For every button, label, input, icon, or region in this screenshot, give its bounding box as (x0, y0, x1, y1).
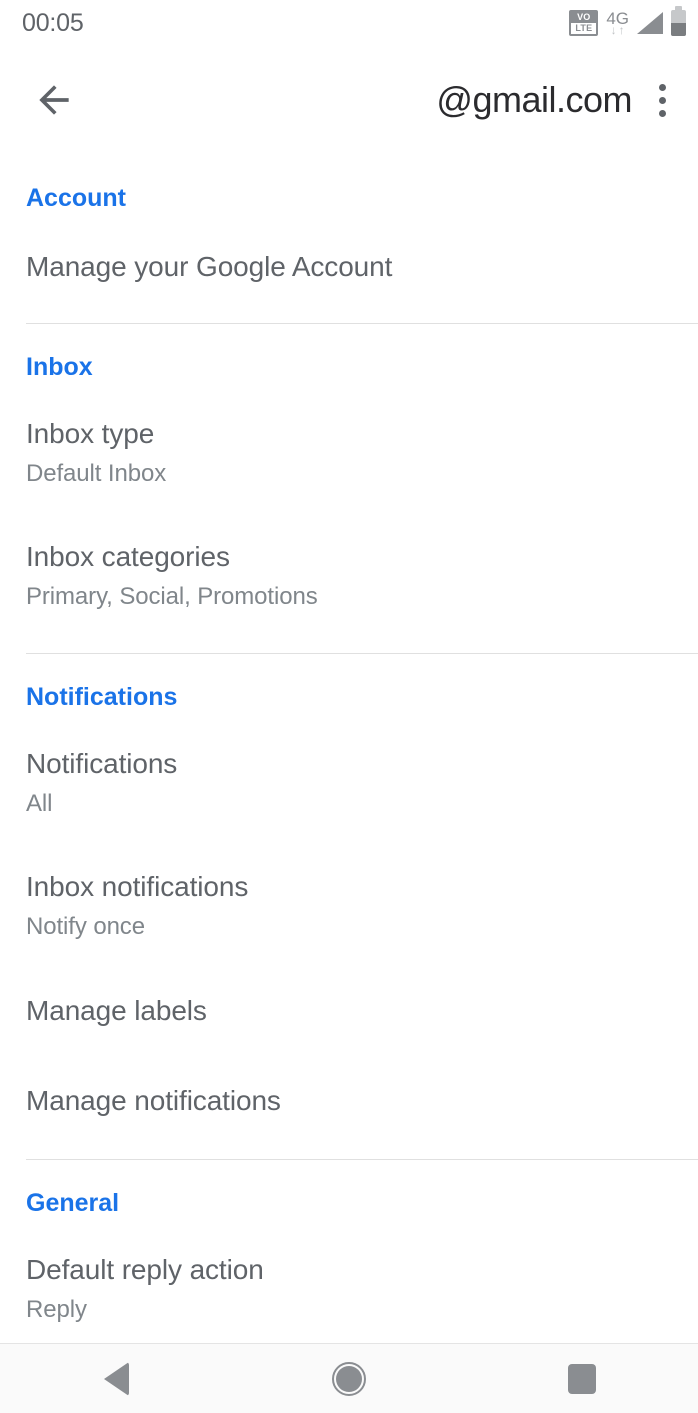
status-bar: 00:05 VO LTE 4G ↓ ↑ (0, 0, 698, 46)
setting-subtitle: All (26, 790, 53, 817)
volte-icon: VO LTE (569, 10, 599, 36)
setting-row-manage-google-account[interactable]: Manage your Google Account (0, 253, 698, 281)
setting-subtitle: Primary, Social, Promotions (26, 583, 318, 610)
app-bar: @gmail.com (0, 46, 698, 154)
setting-row-inbox-categories[interactable]: Inbox categories Primary, Social, Promot… (0, 543, 698, 609)
section-header-inbox: Inbox (26, 353, 93, 381)
setting-title: Inbox categories (26, 541, 230, 572)
status-clock: 00:05 (22, 8, 84, 37)
signal-icon (637, 12, 663, 34)
data-activity-arrows: ↓ ↑ (610, 23, 625, 37)
page-title: @gmail.com (436, 79, 632, 120)
section-header-general: General (26, 1189, 120, 1217)
setting-row-inbox-type[interactable]: Inbox type Default Inbox (0, 420, 698, 486)
settings-list: Account Manage your Google Account Inbox… (0, 154, 698, 1343)
setting-row-inbox-notifications[interactable]: Inbox notifications Notify once (0, 873, 698, 939)
android-navigation-bar (0, 1343, 698, 1413)
battery-fill-level (671, 23, 686, 36)
section-header-account: Account (26, 184, 126, 212)
section-header-notifications: Notifications (26, 683, 178, 711)
setting-subtitle: Notify once (26, 913, 145, 940)
back-button[interactable] (22, 68, 86, 132)
setting-subtitle: Default Inbox (26, 460, 167, 487)
setting-title: Inbox type (26, 418, 155, 449)
phone-screen: 00:05 VO LTE 4G ↓ ↑ @gmail.com Account M… (0, 0, 698, 1413)
nav-recents-icon (567, 1363, 596, 1394)
overflow-menu-icon-dot-2 (658, 96, 666, 104)
volte-icon-top-label: VO (571, 12, 597, 23)
setting-title: Inbox notifications (26, 871, 249, 902)
setting-title: Default reply action (26, 1254, 264, 1285)
battery-icon (671, 6, 686, 36)
network-4g-icon: 4G ↓ ↑ (606, 8, 629, 38)
nav-recents-button[interactable] (532, 1344, 632, 1413)
overflow-menu-icon-dot-1 (658, 83, 666, 91)
nav-back-icon (103, 1361, 129, 1396)
setting-subtitle: Reply (26, 1296, 87, 1323)
volte-icon-bottom-label: LTE (571, 23, 597, 34)
setting-row-manage-labels[interactable]: Manage labels (0, 997, 698, 1025)
setting-title: Manage notifications (26, 1085, 281, 1116)
status-icon-group: VO LTE 4G ↓ ↑ (569, 6, 686, 38)
overflow-menu-icon-dot-3 (658, 109, 666, 117)
setting-title: Manage labels (26, 995, 207, 1026)
setting-row-default-reply-action[interactable]: Default reply action Reply (0, 1256, 698, 1322)
nav-home-icon-fill (335, 1365, 362, 1392)
data-up-arrow-icon: ↑ (618, 23, 625, 37)
nav-home-icon (331, 1361, 366, 1396)
data-down-arrow-icon: ↓ (610, 23, 617, 37)
setting-row-manage-notifications[interactable]: Manage notifications (0, 1087, 698, 1115)
setting-title: Notifications (26, 748, 178, 779)
setting-row-notifications[interactable]: Notifications All (0, 750, 698, 816)
nav-back-button[interactable] (66, 1344, 166, 1413)
overflow-menu-button[interactable] (634, 70, 690, 130)
back-arrow-icon (39, 85, 69, 115)
nav-home-button[interactable] (299, 1344, 399, 1413)
setting-title: Manage your Google Account (26, 251, 393, 282)
